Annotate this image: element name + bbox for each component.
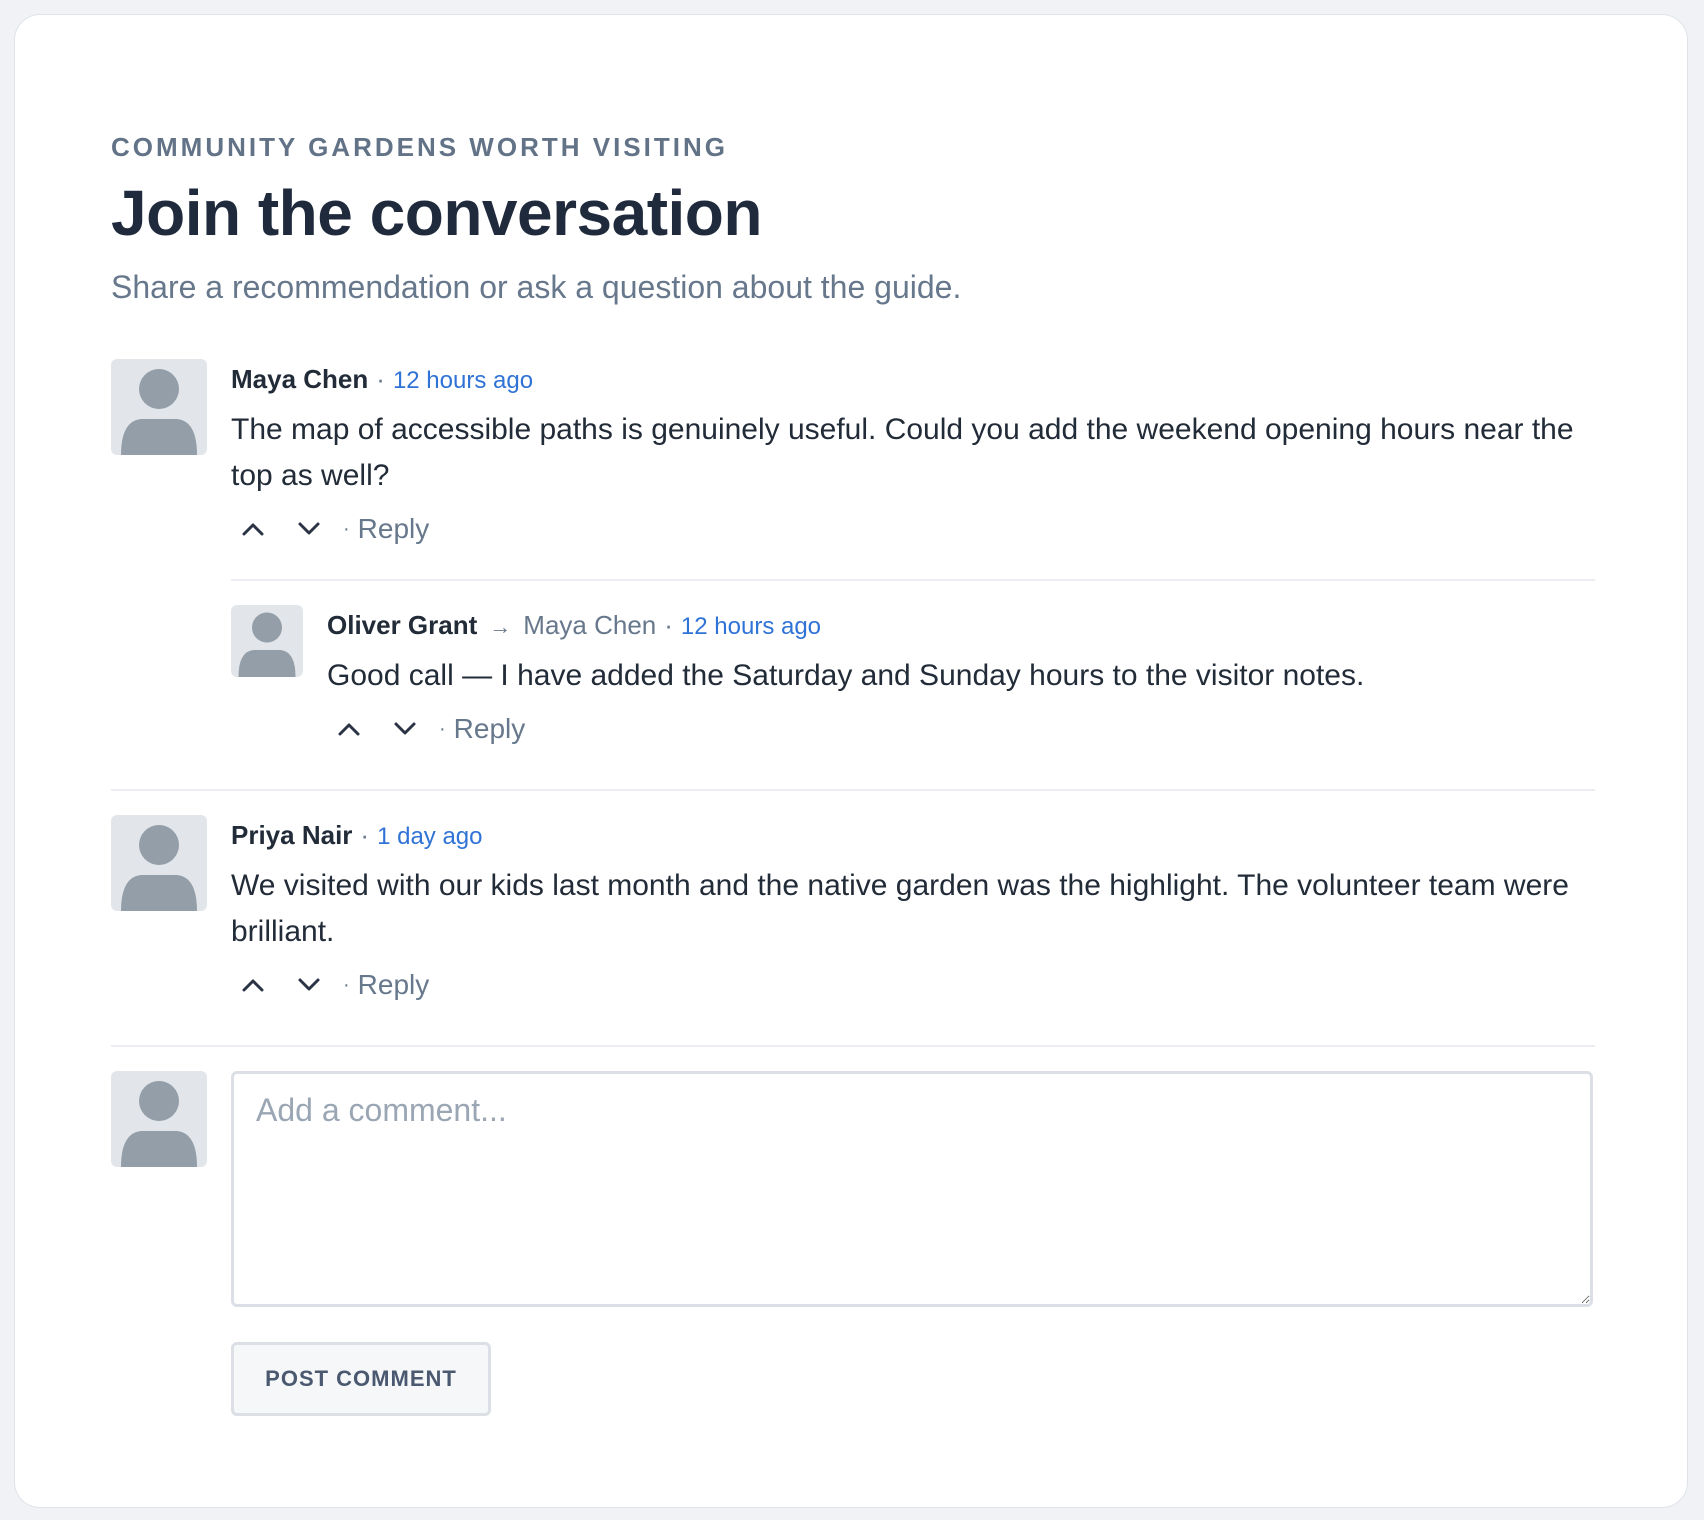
composer-body: POST COMMENT <box>231 1071 1595 1416</box>
comment-timestamp[interactable]: 1 day ago <box>377 823 482 850</box>
comment: Priya Nair · 1 day ago We visited with our… <box>111 815 1595 1005</box>
user-avatar-icon <box>111 1071 207 1167</box>
upvote-button[interactable] <box>231 509 275 549</box>
chevron-down-icon <box>394 722 416 735</box>
comment-actions: · Reply <box>231 509 1595 549</box>
comment-body: Priya Nair · 1 day ago We visited with our… <box>231 815 1595 1005</box>
upvote-button[interactable] <box>327 709 371 749</box>
meta-separator: · <box>664 610 673 640</box>
user-avatar-icon <box>111 815 207 911</box>
user-avatar-icon <box>111 359 207 455</box>
reply-button[interactable]: Reply <box>358 969 430 1001</box>
reply-button[interactable]: Reply <box>358 513 430 545</box>
comment-body: Oliver Grant → Maya Chen · 12 hours ago Good… <box>327 605 1595 749</box>
comment-author[interactable]: Oliver Grant <box>327 610 477 640</box>
comment-author[interactable]: Priya Nair <box>231 820 352 850</box>
comment-actions: · Reply <box>231 965 1595 1005</box>
comment-meta: Maya Chen · 12 hours ago <box>231 361 1595 399</box>
comment-meta: Oliver Grant → Maya Chen · 12 hours ago <box>327 607 1595 645</box>
chevron-down-icon <box>298 522 320 535</box>
comment-author[interactable]: Maya Chen <box>231 364 368 394</box>
comments-section: COMMUNITY GARDENS WORTH VISITING Join th… <box>111 111 1595 1416</box>
chevron-up-icon <box>338 723 360 736</box>
comment-timestamp[interactable]: 12 hours ago <box>681 613 821 640</box>
comment: Maya Chen · 12 hours ago The map of access… <box>111 359 1595 749</box>
chevron-up-icon <box>242 523 264 536</box>
comment-text: Good call — I have added the Saturday an… <box>327 659 1365 692</box>
page-title: Join the conversation <box>111 177 762 249</box>
downvote-button[interactable] <box>287 509 331 549</box>
comment-composer: POST COMMENT <box>111 1071 1595 1416</box>
post-comment-button[interactable]: POST COMMENT <box>231 1342 491 1416</box>
comment-body: Maya Chen · 12 hours ago The map of access… <box>231 359 1595 749</box>
action-separator: · <box>343 973 350 996</box>
comment-text: We visited with our kids last month and … <box>231 869 1569 948</box>
comment-meta: Priya Nair · 1 day ago <box>231 817 1595 855</box>
chevron-up-icon <box>242 979 264 992</box>
chevron-down-icon <box>298 978 320 991</box>
comments-card: COMMUNITY GARDENS WORTH VISITING Join th… <box>14 14 1688 1508</box>
section-eyebrow: COMMUNITY GARDENS WORTH VISITING <box>111 132 728 162</box>
comment-divider <box>111 1045 1595 1047</box>
downvote-button[interactable] <box>287 965 331 1005</box>
reply-to-author[interactable]: Maya Chen <box>523 610 656 640</box>
reply-arrow-icon: → <box>489 614 512 639</box>
comment-timestamp[interactable]: 12 hours ago <box>393 367 533 394</box>
comment-input[interactable] <box>231 1071 1593 1307</box>
comment-actions: · Reply <box>327 709 1595 749</box>
action-separator: · <box>343 517 350 540</box>
meta-separator: · <box>360 820 370 850</box>
upvote-button[interactable] <box>231 965 275 1005</box>
meta-separator: · <box>376 364 385 394</box>
comment-thread: Maya Chen · 12 hours ago The map of access… <box>111 359 1595 1416</box>
reply-comment: Oliver Grant → Maya Chen · 12 hours ago Good… <box>231 605 1595 749</box>
comment-divider <box>111 789 1595 791</box>
user-avatar-icon <box>231 605 303 677</box>
downvote-button[interactable] <box>383 709 427 749</box>
replies: Oliver Grant → Maya Chen · 12 hours ago Good… <box>231 579 1595 749</box>
page-subtitle: Share a recommendation or ask a question… <box>111 269 962 305</box>
action-separator: · <box>439 717 446 740</box>
reply-button[interactable]: Reply <box>454 713 526 745</box>
comment-text: The map of accessible paths is genuinely… <box>231 413 1574 492</box>
